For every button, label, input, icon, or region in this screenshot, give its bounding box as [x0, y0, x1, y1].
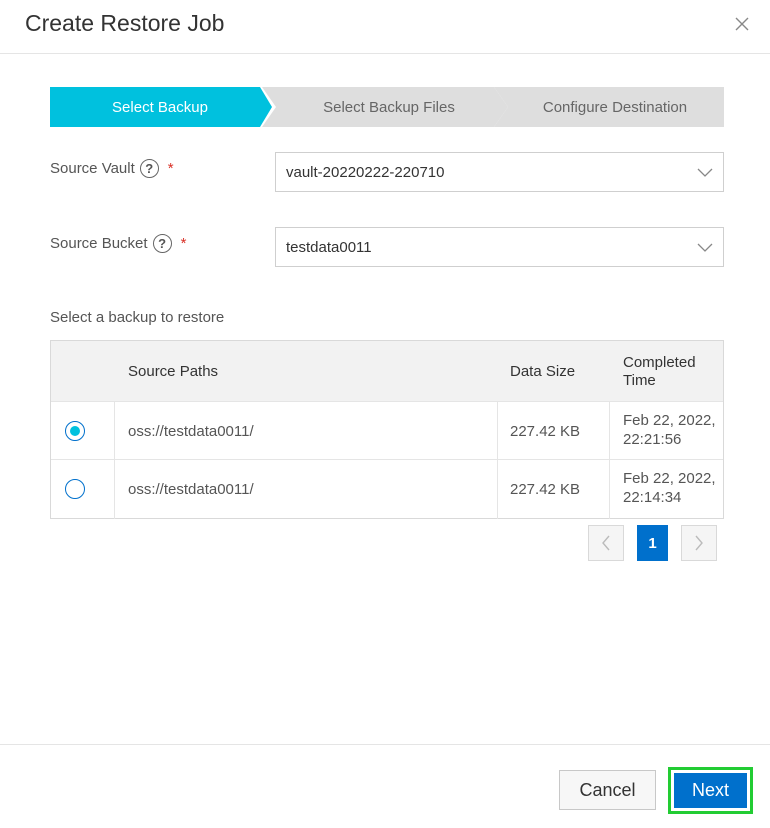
step-indicator: Select Backup Select Backup Files Config…	[50, 87, 724, 127]
step-label: Configure Destination	[542, 98, 688, 116]
row-time: 22:14:34	[623, 489, 682, 506]
step-configure-destination: Configure Destination	[494, 87, 724, 127]
dialog-header: Create Restore Job	[0, 0, 770, 54]
source-vault-label: Source Vault	[50, 160, 135, 177]
row-size: 227.42 KB	[510, 481, 581, 498]
source-bucket-select[interactable]: testdata0011	[275, 227, 724, 267]
column-header-source-paths: Source Paths	[128, 363, 219, 380]
column-divider	[114, 460, 115, 519]
source-bucket-label: Source Bucket	[50, 235, 148, 252]
cancel-button[interactable]: Cancel	[559, 770, 656, 810]
column-header-time: Time	[623, 372, 656, 389]
prev-page-button[interactable]	[588, 525, 624, 561]
chevron-down-icon	[697, 168, 713, 177]
source-vault-value: vault-20220222-220710	[286, 163, 445, 181]
chevron-down-icon	[697, 243, 713, 252]
backup-table-label: Select a backup to restore	[50, 309, 225, 326]
table-row[interactable]: oss://testdata0011/ 227.42 KB Feb 22, 20…	[51, 459, 723, 519]
backup-table: Source Paths Data Size Completed Time os…	[50, 340, 724, 519]
source-vault-select[interactable]: vault-20220222-220710	[275, 152, 724, 192]
row-radio[interactable]	[65, 479, 85, 499]
source-bucket-label-group: Source Bucket ? *	[50, 234, 186, 253]
column-divider	[497, 460, 498, 519]
chevron-right-icon	[695, 535, 703, 551]
column-divider	[609, 460, 610, 519]
help-icon[interactable]: ?	[152, 234, 172, 253]
row-date: Feb 22, 2022,	[623, 412, 716, 429]
chevron-left-icon	[602, 535, 610, 551]
table-header: Source Paths Data Size Completed Time	[51, 341, 723, 401]
column-divider	[497, 402, 498, 461]
row-date: Feb 22, 2022,	[623, 470, 716, 487]
row-size: 227.42 KB	[510, 423, 581, 440]
table-row[interactable]: oss://testdata0011/ 227.42 KB Feb 22, 20…	[51, 401, 723, 461]
row-radio-selected[interactable]	[65, 421, 85, 441]
column-header-data-size: Data Size	[510, 363, 576, 380]
row-path: oss://testdata0011/	[128, 423, 254, 440]
close-icon[interactable]	[733, 15, 751, 33]
column-header-completed: Completed	[623, 354, 696, 371]
step-select-backup: Select Backup	[50, 87, 272, 127]
source-vault-label-group: Source Vault ? *	[50, 159, 174, 178]
row-time: 22:21:56	[623, 431, 682, 448]
next-button-highlight: Next	[668, 767, 753, 814]
required-mark: *	[167, 160, 174, 177]
step-label: Select Backup	[112, 98, 208, 116]
step-select-backup-files: Select Backup Files	[262, 87, 508, 127]
next-page-button[interactable]	[681, 525, 717, 561]
column-divider	[609, 402, 610, 461]
row-path: oss://testdata0011/	[128, 481, 254, 498]
step-label: Select Backup Files	[323, 98, 455, 116]
next-button[interactable]: Next	[674, 773, 747, 808]
page-number-button[interactable]: 1	[637, 525, 668, 561]
column-divider	[114, 402, 115, 461]
help-icon[interactable]: ?	[139, 159, 159, 178]
required-mark: *	[180, 235, 187, 252]
dialog-title: Create Restore Job	[25, 10, 225, 36]
source-bucket-value: testdata0011	[286, 238, 372, 256]
